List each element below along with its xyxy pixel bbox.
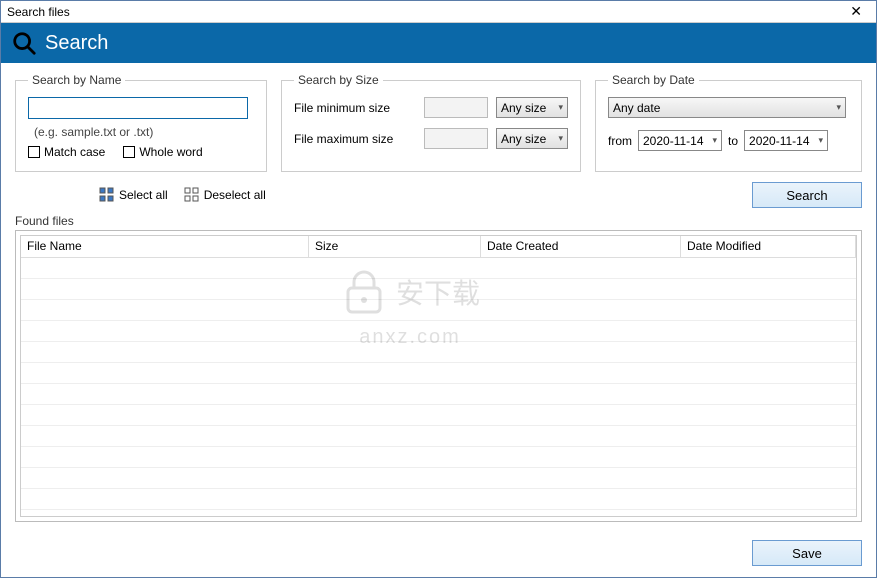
col-size[interactable]: Size xyxy=(309,236,481,258)
min-size-unit-select[interactable]: Any size ▾ xyxy=(496,97,568,118)
table-row xyxy=(21,279,856,300)
table-header: File Name Size Date Created Date Modifie… xyxy=(21,236,856,258)
table-row xyxy=(21,363,856,384)
chevron-down-icon: ▾ xyxy=(836,102,841,113)
close-icon[interactable]: ✕ xyxy=(842,3,870,20)
col-file-name[interactable]: File Name xyxy=(21,236,309,258)
table-row xyxy=(21,321,856,342)
max-size-input[interactable] xyxy=(424,128,488,149)
search-by-date-group: Search by Date Any date ▾ from 2020-11-1… xyxy=(595,73,862,172)
date-mode-value: Any date xyxy=(613,101,660,115)
match-case-label: Match case xyxy=(44,145,105,159)
checkbox-icon xyxy=(28,146,40,158)
chevron-down-icon: ▾ xyxy=(558,102,563,113)
max-size-label: File maximum size xyxy=(294,132,416,146)
date-from-input[interactable]: 2020-11-14 ▾ xyxy=(638,130,722,151)
date-to-input[interactable]: 2020-11-14 ▾ xyxy=(744,130,828,151)
match-case-checkbox[interactable]: Match case xyxy=(28,145,105,159)
name-hint: (e.g. sample.txt or .txt) xyxy=(34,125,254,139)
select-all-label: Select all xyxy=(119,188,168,202)
table-row xyxy=(21,342,856,363)
header: Search xyxy=(1,23,876,63)
date-from-value: 2020-11-14 xyxy=(643,134,704,148)
chevron-down-icon: ▾ xyxy=(712,135,717,146)
found-files-table: File Name Size Date Created Date Modifie… xyxy=(15,230,862,522)
window-title: Search files xyxy=(7,5,70,19)
col-date-modified[interactable]: Date Modified xyxy=(681,236,856,258)
table-row xyxy=(21,489,856,510)
deselect-all-label: Deselect all xyxy=(204,188,266,202)
table-body[interactable] xyxy=(21,258,856,516)
found-files-label: Found files xyxy=(15,214,862,228)
date-to-value: 2020-11-14 xyxy=(749,134,810,148)
save-button[interactable]: Save xyxy=(752,540,862,566)
table-row xyxy=(21,258,856,279)
select-all-button[interactable]: Select all xyxy=(99,187,168,203)
search-by-name-group: Search by Name (e.g. sample.txt or .txt)… xyxy=(15,73,267,172)
search-button[interactable]: Search xyxy=(752,182,862,208)
table-row xyxy=(21,447,856,468)
page-title: Search xyxy=(45,32,108,55)
whole-word-label: Whole word xyxy=(139,145,202,159)
search-by-size-group: Search by Size File minimum size Any siz… xyxy=(281,73,581,172)
table-row xyxy=(21,405,856,426)
table-row xyxy=(21,300,856,321)
table-row xyxy=(21,426,856,447)
search-by-date-legend: Search by Date xyxy=(608,73,699,87)
checkbox-icon xyxy=(123,146,135,158)
chevron-down-icon: ▾ xyxy=(558,133,563,144)
date-to-label: to xyxy=(728,134,738,148)
deselect-all-icon xyxy=(184,187,200,203)
min-size-unit-value: Any size xyxy=(501,101,546,115)
select-all-icon xyxy=(99,187,115,203)
min-size-input[interactable] xyxy=(424,97,488,118)
min-size-label: File minimum size xyxy=(294,101,416,115)
date-mode-select[interactable]: Any date ▾ xyxy=(608,97,846,118)
table-row xyxy=(21,384,856,405)
max-size-unit-select[interactable]: Any size ▾ xyxy=(496,128,568,149)
search-icon xyxy=(11,30,37,56)
table-row xyxy=(21,468,856,489)
max-size-unit-value: Any size xyxy=(501,132,546,146)
search-by-size-legend: Search by Size xyxy=(294,73,383,87)
date-from-label: from xyxy=(608,134,632,148)
search-by-name-legend: Search by Name xyxy=(28,73,125,87)
name-input[interactable] xyxy=(28,97,248,119)
col-date-created[interactable]: Date Created xyxy=(481,236,681,258)
deselect-all-button[interactable]: Deselect all xyxy=(184,187,266,203)
titlebar: Search files ✕ xyxy=(1,1,876,23)
chevron-down-icon: ▾ xyxy=(818,135,823,146)
whole-word-checkbox[interactable]: Whole word xyxy=(123,145,202,159)
